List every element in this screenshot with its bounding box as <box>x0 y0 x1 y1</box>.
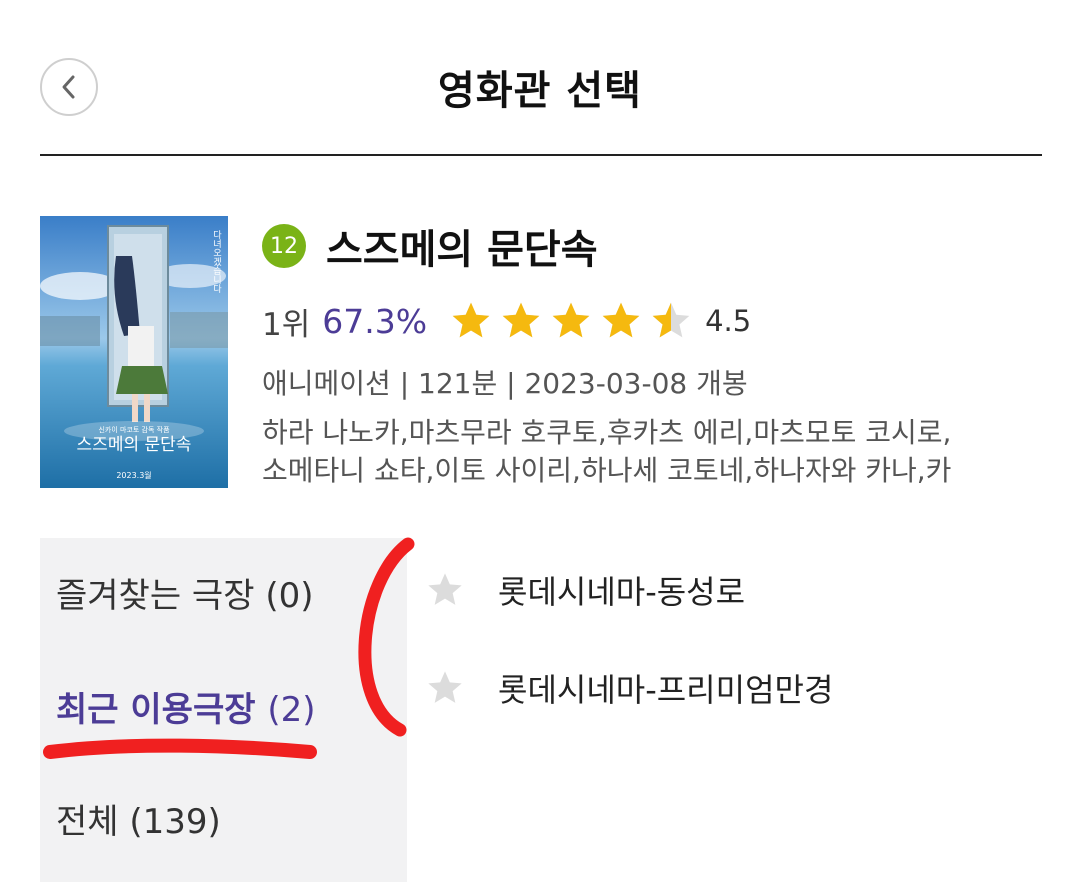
tab-all-theaters[interactable]: 전체 (139) <box>56 794 221 843</box>
star-icon <box>652 302 690 338</box>
tab-favorite-theaters[interactable]: 즐겨찾는 극장 (0) <box>56 568 313 617</box>
theater-item[interactable]: 롯데시네마-동성로 <box>420 560 1060 620</box>
poster-vertical-tagline: 다녀오겠습니다 <box>211 230 221 294</box>
theater-name[interactable]: 롯데시네마-동성로 <box>498 567 745 613</box>
star-icon <box>452 302 490 338</box>
age-rating-badge: 12 <box>262 224 306 268</box>
page-title: 영화관 선택 <box>438 68 642 114</box>
movie-info: 12 스즈메의 문단속 1위 67.3% 4.5 애니메이션 | 121분 | … <box>262 218 1052 490</box>
box-office-rank: 1위 <box>262 306 311 343</box>
poster-subtitle: 신카이 마코토 감독 작품 <box>98 425 170 434</box>
tab-label: 전체 <box>56 802 119 842</box>
reservation-rate: 67.3% <box>322 301 428 341</box>
theater-category-tabs: 즐겨찾는 극장 (0) 최근 이용극장 (2) 전체 (139) <box>40 538 407 882</box>
movie-title: 스즈메의 문단속 <box>326 227 598 273</box>
movie-poster: 신카이 마코토 감독 작품 스즈메의 문단속 2023.3월 다녀오겠습니다 <box>40 216 228 488</box>
favorite-star-icon[interactable] <box>420 663 470 713</box>
poster-title: 스즈메의 문단속 <box>77 435 192 455</box>
cast-line: 소메타니 쇼타,이토 사이리,하나세 코토네,하나자와 카나,카 <box>262 454 952 487</box>
star-rating <box>449 299 693 343</box>
tab-count: (0) <box>265 576 314 616</box>
star-icon <box>552 302 590 338</box>
tab-count: (2) <box>267 690 316 730</box>
cast-line: 하라 나노카,마츠무라 호쿠토,후카츠 에리,마츠모토 코시로, <box>262 416 952 449</box>
header-divider <box>40 154 1042 156</box>
star-icon <box>602 302 640 338</box>
tab-label: 최근 이용극장 <box>56 690 256 730</box>
tab-recent-theaters[interactable]: 최근 이용극장 (2) <box>56 682 316 731</box>
tab-label: 즐겨찾는 극장 <box>56 576 255 616</box>
movie-meta: 애니메이션 | 121분 | 2023-03-08 개봉 <box>262 367 748 400</box>
header: 영화관 선택 <box>0 0 1080 156</box>
rating-score: 4.5 <box>705 304 752 338</box>
tab-count: (139) <box>129 802 221 842</box>
favorite-star-icon[interactable] <box>420 565 470 615</box>
poster-date: 2023.3월 <box>116 470 151 480</box>
movie-cast: 하라 나노카,마츠무라 호쿠토,후카츠 에리,마츠모토 코시로, 소메타니 쇼타… <box>262 414 1052 490</box>
theater-item[interactable]: 롯데시네마-프리미엄만경 <box>420 658 1060 718</box>
theater-name[interactable]: 롯데시네마-프리미엄만경 <box>498 665 833 711</box>
star-icon <box>502 302 540 338</box>
